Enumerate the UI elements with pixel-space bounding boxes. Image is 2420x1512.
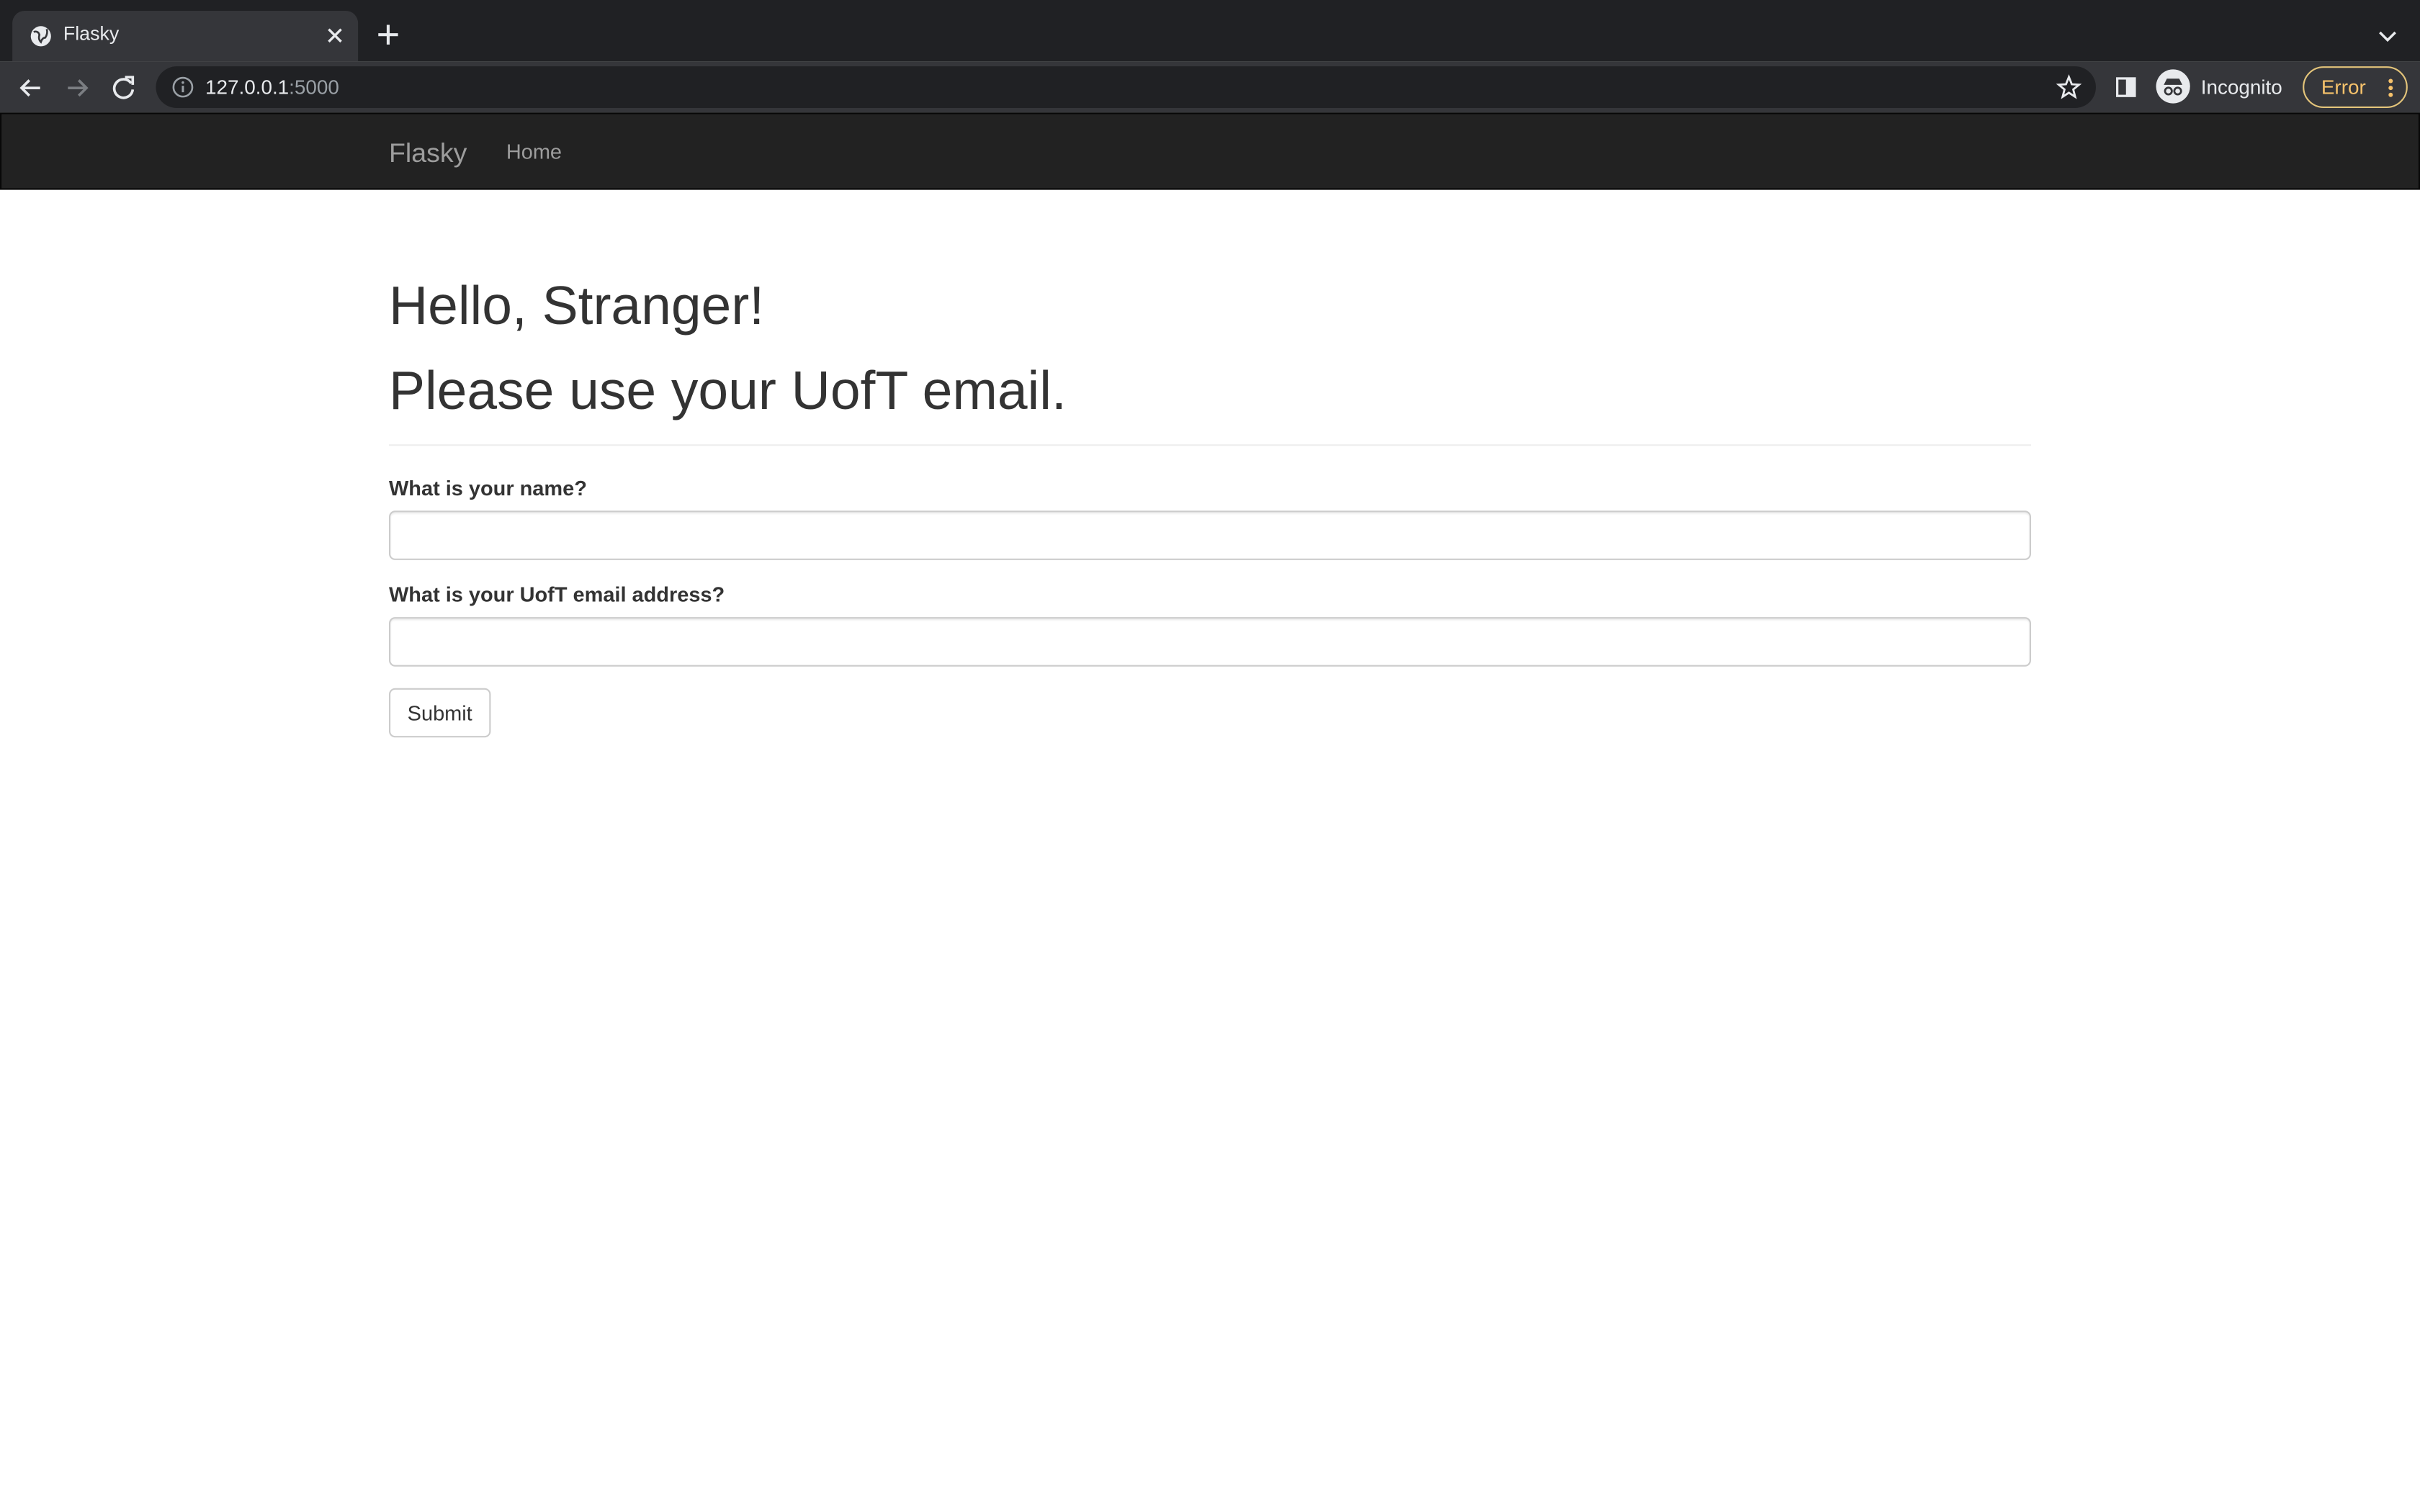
chevron-down-icon[interactable] (2375, 23, 2400, 48)
navbar-brand[interactable]: Flasky (389, 138, 467, 170)
email-input[interactable] (389, 617, 2031, 667)
close-icon[interactable] (324, 24, 346, 46)
back-arrow-icon[interactable] (14, 71, 48, 105)
tab-strip: Flasky (0, 0, 2420, 62)
browser-window: Flasky 127.0.0.1:5000 Incognito Error Fl… (0, 0, 2420, 1512)
url-host: 127.0.0.1 (205, 76, 290, 99)
incognito-profile[interactable]: Incognito (2156, 68, 2295, 107)
page-title: Hello, Stranger! (389, 276, 765, 337)
url-port: :5000 (289, 76, 339, 99)
incognito-icon (2156, 69, 2190, 104)
incognito-label: Incognito (2200, 76, 2282, 99)
name-field-label: What is your name? (389, 477, 587, 500)
more-vert-icon (2388, 78, 2393, 97)
email-field-label: What is your UofT email address? (389, 583, 725, 607)
bookmark-star-icon[interactable] (2056, 74, 2082, 100)
nav-link-home[interactable]: Home (506, 140, 562, 163)
reload-icon[interactable] (107, 71, 140, 105)
site-navbar: Flasky Home (0, 112, 2420, 190)
new-tab-icon[interactable] (375, 22, 401, 48)
name-input[interactable] (389, 510, 2031, 560)
side-panel-icon[interactable] (2113, 74, 2139, 100)
error-menu-button[interactable]: Error (2303, 66, 2408, 108)
url-text: 127.0.0.1:5000 (205, 76, 339, 99)
info-icon[interactable] (171, 76, 194, 99)
globe-icon (30, 26, 51, 47)
error-label: Error (2321, 76, 2366, 99)
header-divider (389, 444, 2031, 446)
browser-toolbar: 127.0.0.1:5000 Incognito Error (0, 61, 2420, 113)
browser-tab[interactable]: Flasky (12, 11, 359, 62)
address-bar[interactable]: 127.0.0.1:5000 (156, 66, 2097, 108)
forward-arrow-icon[interactable] (60, 71, 94, 105)
submit-button[interactable]: Submit (389, 688, 491, 738)
tab-title: Flasky (63, 23, 120, 45)
page-subtitle: Please use your UofT email. (389, 361, 1067, 421)
